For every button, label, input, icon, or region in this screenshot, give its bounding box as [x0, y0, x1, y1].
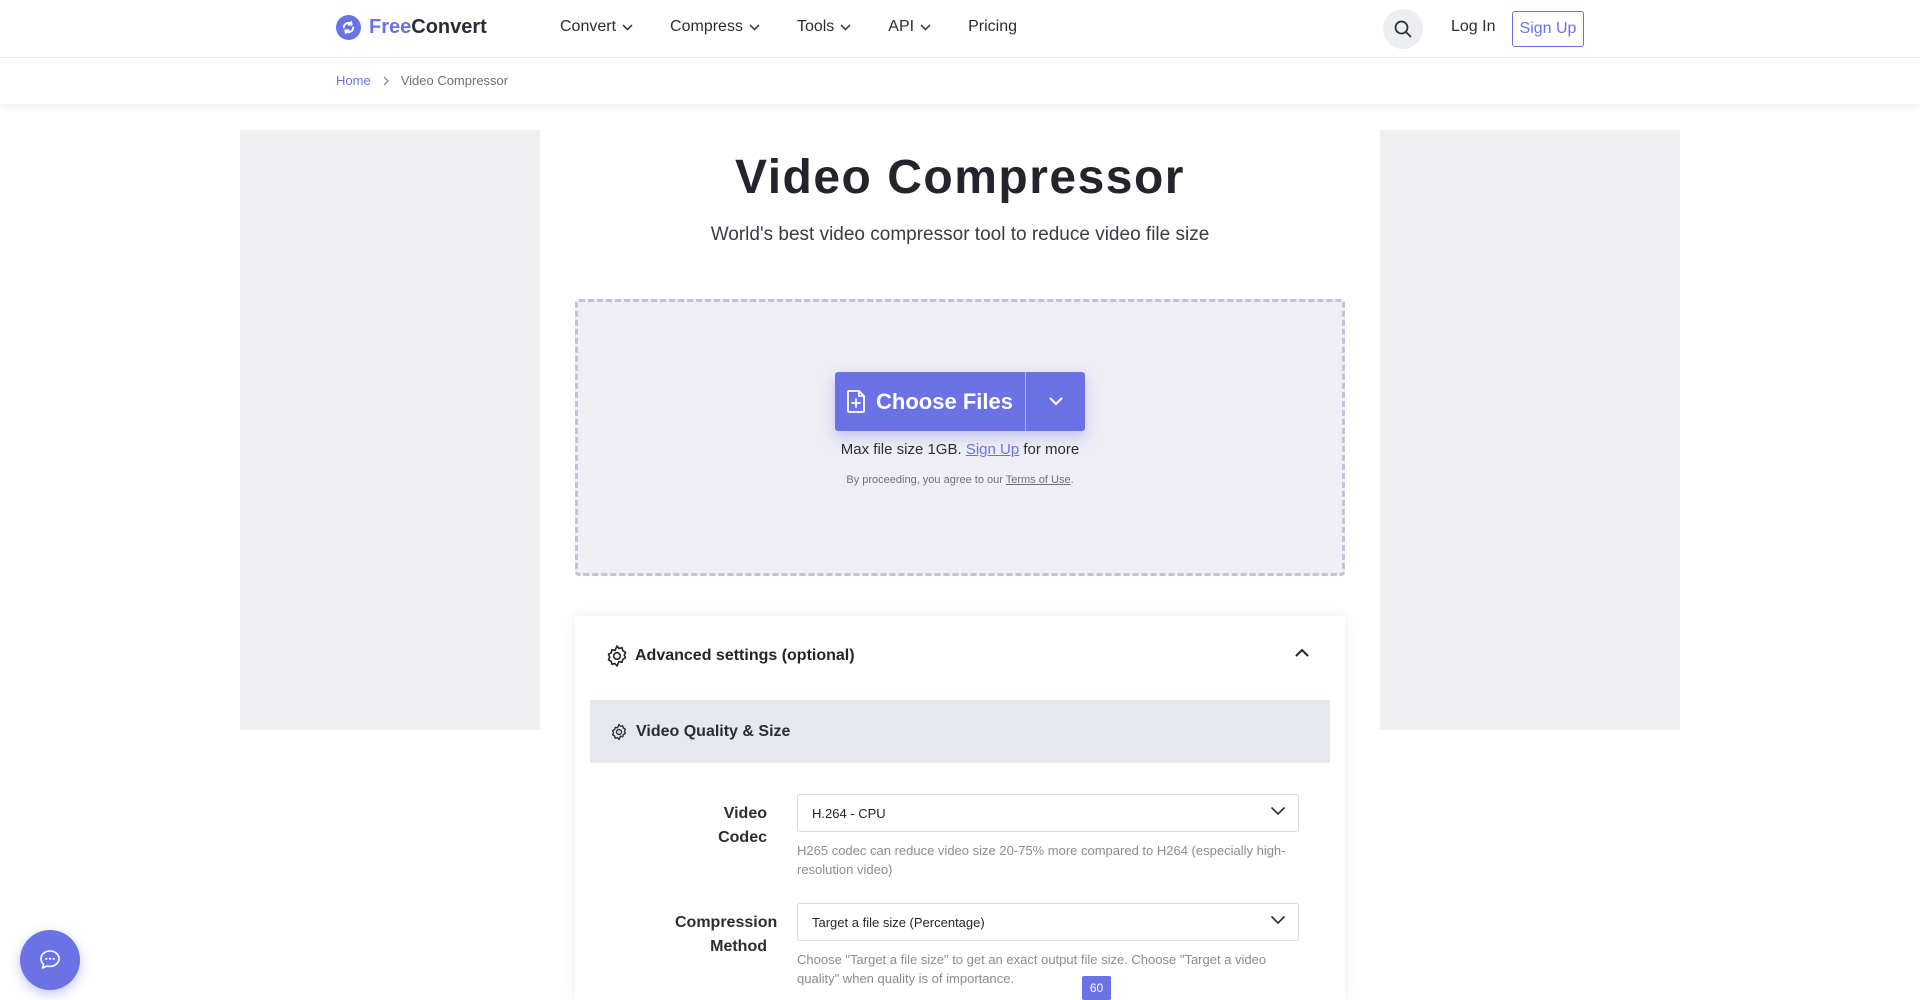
compression-method-select[interactable]: Target a file size (Percentage) — [797, 903, 1299, 941]
gear-icon — [611, 723, 627, 740]
max-size-suffix: for more — [1023, 441, 1080, 458]
video-codec-select[interactable]: H.264 - CPU — [797, 794, 1299, 832]
menu-convert[interactable]: Convert — [560, 18, 633, 36]
choose-files-button-group: Choose Files — [835, 372, 1085, 431]
breadcrumb-current: Video Compressor — [400, 73, 509, 88]
left-ad-space — [240, 130, 540, 730]
brand-name-free: Free — [369, 16, 412, 38]
menu-pricing[interactable]: Pricing — [968, 18, 1017, 36]
compression-method-label: Compression Method — [675, 911, 777, 959]
advanced-settings-title: Advanced settings (optional) — [635, 647, 855, 664]
upload-source-dropdown[interactable] — [1026, 372, 1085, 431]
menu-compress[interactable]: Compress — [670, 18, 760, 36]
video-codec-value: H.264 - CPU — [812, 805, 886, 821]
terms-note: By proceeding, you agree to our Terms of… — [575, 474, 1345, 486]
compression-method-label-line1: Compression — [675, 914, 778, 931]
chat-button[interactable] — [20, 930, 80, 990]
terms-of-use-link[interactable]: Terms of Use — [1006, 474, 1071, 486]
breadcrumb-bar: Home Video Compressor — [0, 58, 1920, 104]
search-icon — [1394, 20, 1412, 38]
menu-compress-label: Compress — [670, 18, 743, 35]
page-title: Video Compressor — [735, 151, 1185, 204]
chevron-down-icon — [622, 23, 633, 31]
menu-pricing-label: Pricing — [968, 18, 1017, 35]
chevron-down-icon — [1270, 806, 1286, 816]
video-quality-section-title: Video Quality & Size — [636, 722, 791, 740]
chevron-down-icon — [1270, 915, 1286, 925]
compression-method-label-line2: Method — [710, 938, 767, 955]
compression-method-hint: Choose "Target a file size" to get an ex… — [797, 952, 1267, 986]
chat-bubble-icon — [40, 950, 60, 969]
max-file-size-note: Max file size 1GB. Sign Up for more — [575, 441, 1345, 458]
file-drop-zone[interactable] — [575, 299, 1345, 576]
menu-api-label: API — [888, 18, 915, 35]
menu-tools-label: Tools — [796, 18, 835, 35]
chevron-down-icon — [840, 23, 851, 31]
right-ad-space — [1380, 130, 1680, 730]
refresh-logo-icon — [336, 15, 361, 40]
menu-api[interactable]: API — [888, 18, 931, 36]
slider-value-badge: 60 — [1082, 976, 1111, 1000]
search-button[interactable] — [1383, 9, 1423, 49]
top-navigation: FreeConvert Convert Compress Tools API P… — [0, 0, 1920, 58]
gear-icon — [607, 645, 627, 667]
video-codec-hint: H265 codec can reduce video size 20-75% … — [797, 843, 1286, 877]
breadcrumb: Home Video Compressor — [336, 73, 508, 88]
chevron-up-icon[interactable] — [1295, 648, 1309, 657]
advanced-settings-card: Advanced settings (optional) Video Quali… — [575, 616, 1345, 1000]
terms-period: . — [1070, 474, 1074, 486]
video-codec-label: Video Codec — [718, 805, 767, 846]
breadcrumb-home[interactable]: Home — [336, 73, 371, 88]
choose-files-button[interactable]: Choose Files — [835, 372, 1025, 431]
max-size-text: Max file size 1GB. — [840, 441, 962, 458]
brand-logo[interactable]: FreeConvert — [336, 15, 487, 40]
menu-tools[interactable]: Tools — [797, 18, 851, 36]
chevron-down-icon — [749, 23, 760, 31]
file-add-icon — [847, 390, 865, 413]
advanced-settings-header[interactable]: Advanced settings (optional) — [605, 644, 855, 668]
terms-text: By proceeding, you agree to our — [846, 474, 1003, 486]
signup-button[interactable]: Sign Up — [1512, 11, 1584, 47]
page-subtitle: World's best video compressor tool to re… — [710, 224, 1210, 245]
chevron-down-icon — [1049, 397, 1062, 406]
video-quality-section-header[interactable]: Video Quality & Size — [590, 700, 1330, 763]
chevron-right-icon — [383, 76, 389, 85]
signup-link[interactable]: Sign Up — [966, 441, 1019, 458]
menu-convert-label: Convert — [560, 18, 617, 35]
brand-name-convert: Convert — [411, 16, 487, 38]
main-menu: Convert Compress Tools API Pricing — [560, 18, 1054, 36]
choose-files-label: Choose Files — [876, 388, 1013, 414]
compression-method-value: Target a file size (Percentage) — [812, 914, 985, 930]
chevron-down-icon — [920, 23, 931, 31]
login-link[interactable]: Log In — [1451, 18, 1495, 36]
